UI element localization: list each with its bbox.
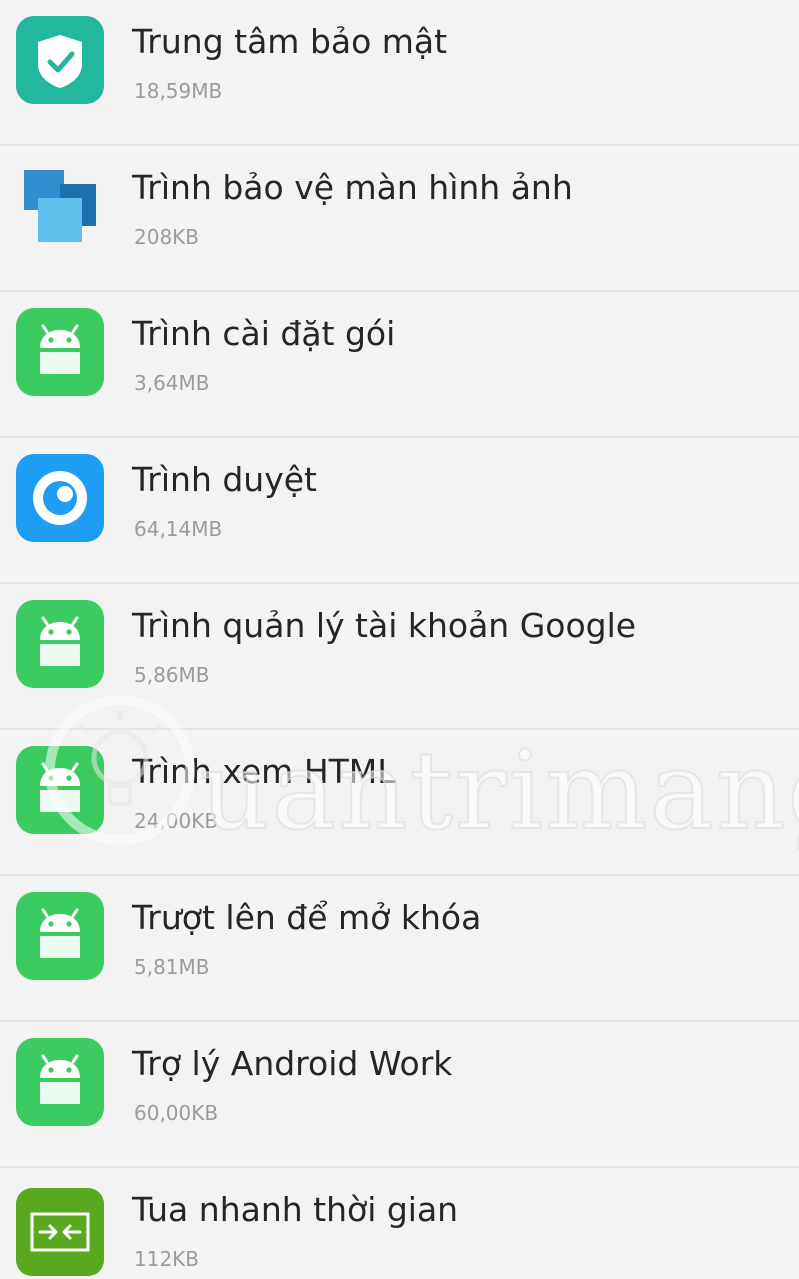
android-icon	[16, 308, 104, 396]
app-name: Trình quản lý tài khoản Google	[132, 606, 637, 645]
app-row-trung-tam-bao-mat[interactable]: Trung tâm bảo mật 18,59MB	[0, 0, 799, 146]
app-row-trinh-xem-html[interactable]: Trình xem HTML 24,00KB	[0, 730, 799, 876]
app-row-tro-ly-android-work[interactable]: Trợ lý Android Work 60,00KB	[0, 1022, 799, 1168]
app-size: 5,86MB	[134, 663, 210, 687]
app-row-truot-len-de-mo-khoa[interactable]: Trượt lên để mở khóa 5,81MB	[0, 876, 799, 1022]
app-size: 24,00KB	[134, 809, 219, 833]
android-icon	[16, 892, 104, 980]
app-row-trinh-duyet[interactable]: Trình duyệt 64,14MB	[0, 438, 799, 584]
app-size: 60,00KB	[134, 1101, 219, 1125]
android-icon	[16, 600, 104, 688]
app-size: 5,81MB	[134, 955, 210, 979]
android-icon	[16, 1038, 104, 1126]
app-name: Trình bảo vệ màn hình ảnh	[132, 168, 573, 207]
timelapse-icon	[16, 1188, 104, 1276]
app-size: 18,59MB	[134, 79, 223, 103]
app-name: Trình xem HTML	[132, 752, 396, 791]
browser-icon	[16, 454, 104, 542]
app-name: Tua nhanh thời gian	[132, 1190, 459, 1229]
app-name: Trượt lên để mở khóa	[132, 898, 482, 937]
app-size: 3,64MB	[134, 371, 210, 395]
app-size: 64,14MB	[134, 517, 223, 541]
shield-check-icon	[16, 16, 104, 104]
android-icon	[16, 746, 104, 834]
app-name: Trung tâm bảo mật	[132, 22, 448, 61]
app-name: Trình duyệt	[132, 460, 317, 499]
app-name: Trình cài đặt gói	[132, 314, 396, 353]
app-size: 208KB	[134, 225, 200, 249]
photo-screensaver-icon	[16, 162, 104, 250]
app-size: 112KB	[134, 1247, 200, 1271]
app-row-trinh-quan-ly-tai-khoan-google[interactable]: Trình quản lý tài khoản Google 5,86MB	[0, 584, 799, 730]
app-row-trinh-cai-dat-goi[interactable]: Trình cài đặt gói 3,64MB	[0, 292, 799, 438]
app-list: Trung tâm bảo mật 18,59MB Trình bảo vệ m…	[0, 0, 799, 1279]
app-row-tua-nhanh-thoi-gian[interactable]: Tua nhanh thời gian 112KB	[0, 1168, 799, 1279]
app-name: Trợ lý Android Work	[132, 1044, 453, 1083]
app-row-trinh-bao-ve-man-hinh-anh[interactable]: Trình bảo vệ màn hình ảnh 208KB	[0, 146, 799, 292]
